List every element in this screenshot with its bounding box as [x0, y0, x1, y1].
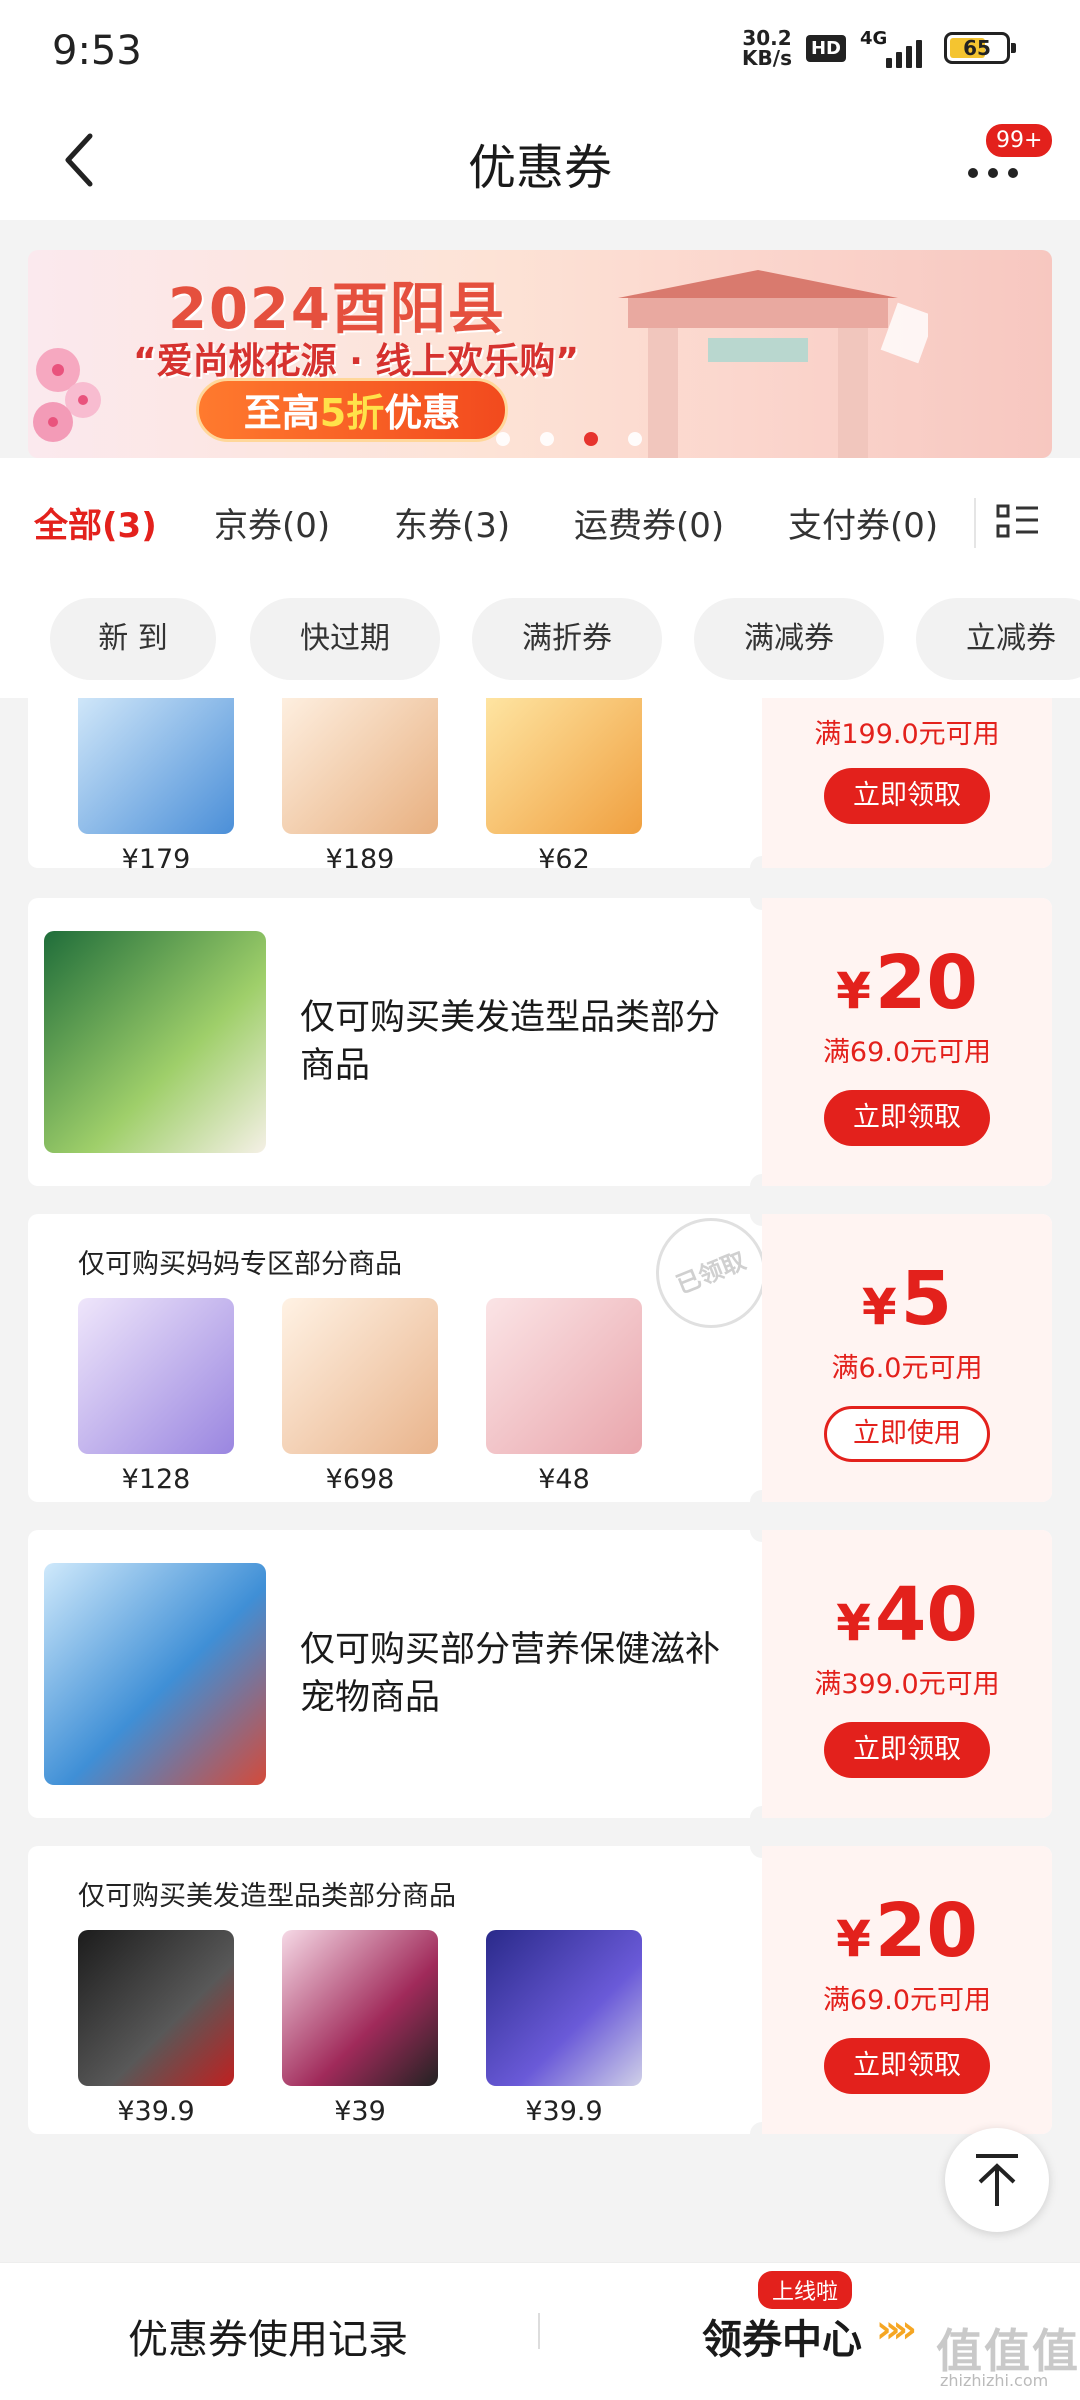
coupon-value-panel: ¥20 满69.0元可用 立即领取 — [762, 898, 1052, 1186]
archway-image — [618, 270, 928, 458]
coupon-amount: ¥5 — [861, 1256, 953, 1342]
more-dots-icon — [968, 168, 1018, 178]
coupon-condition: 满69.0元可用 — [822, 1037, 992, 1068]
filter-chips: 新 到 快过期 满折券 满减券 立减券 — [0, 578, 1080, 698]
battery-icon: 65 — [944, 32, 1016, 64]
status-bar: 9:53 30.2 KB/s HD 4G 65 — [0, 0, 1080, 100]
bottom-bar: 优惠券使用记录 上线啦 领券中心 »» 值值值 zhizhizhi.com — [0, 2262, 1080, 2400]
product-image — [486, 1298, 642, 1454]
coupon-scope: 仅可购买妈妈专区部分商品 — [78, 1249, 402, 1280]
coupon-card: 仅可购买部分营养保健滋补宠物商品 ¥40 满399.0元可用 立即领取 — [28, 1530, 1052, 1818]
chip-threshold-off[interactable]: 满减券 — [694, 598, 884, 680]
coupon-condition: 满6.0元可用 — [831, 1353, 983, 1384]
coupon-amount: ¥40 — [836, 1572, 978, 1658]
coupon-value-panel: ¥5 满6.0元可用 立即使用 — [762, 1214, 1052, 1502]
coupon-value-panel: ¥20 满69.0元可用 立即领取 — [762, 1846, 1052, 2134]
tabs-divider — [974, 498, 976, 548]
product-item[interactable]: ¥39.9 — [486, 1930, 642, 2127]
product-item[interactable]: ¥48 — [486, 1298, 642, 1495]
banner-pagination — [496, 432, 642, 446]
product-image[interactable] — [44, 1563, 266, 1785]
coupon-condition: 满399.0元可用 — [814, 1669, 1000, 1700]
coupon-amount: ¥20 — [836, 940, 978, 1026]
coupon-condition: 满69.0元可用 — [822, 1985, 992, 2016]
coupon-history-link[interactable]: 优惠券使用记录 — [128, 2307, 408, 2365]
message-count-badge: 99+ — [984, 122, 1055, 159]
banner-subtitle: “爱尚桃花源 · 线上欢乐购” — [133, 341, 580, 382]
coupon-card: 仅可购买美发造型品类部分商品 ¥20 满69.0元可用 立即领取 — [28, 898, 1052, 1186]
more-menu-button[interactable]: 99+ — [954, 122, 1055, 202]
product-image — [486, 1930, 642, 2086]
status-icons: 30.2 KB/s HD 4G 65 — [742, 26, 1016, 70]
coupon-card: 仅可购买美发造型品类部分商品 ¥39.9 ¥39 ¥39.9 ¥20 满69.0… — [28, 1846, 1052, 2134]
product-item[interactable]: ¥189 — [282, 698, 438, 868]
peach-blossom-image — [33, 348, 101, 442]
banner-dot-active[interactable] — [584, 432, 598, 446]
product-image — [282, 698, 438, 834]
product-item[interactable]: ¥128 — [78, 1298, 234, 1495]
coupon-scope: 仅可购买部分营养保健滋补宠物商品 — [300, 1630, 721, 1718]
coupon-card: ¥179 ¥189 ¥62 满199.0元可用 立即领取 — [28, 698, 1052, 868]
product-item[interactable]: ¥179 — [78, 698, 234, 868]
banner-dot[interactable] — [628, 432, 642, 446]
page-title: 优惠券 — [467, 140, 612, 196]
coupon-value-panel: ¥40 满399.0元可用 立即领取 — [762, 1530, 1052, 1818]
coupon-value-panel: 满199.0元可用 立即领取 — [762, 698, 1052, 868]
chip-expiring[interactable]: 快过期 — [250, 598, 440, 680]
banner-dot[interactable] — [496, 432, 510, 446]
banner-cta: 至高5折优惠 — [196, 378, 508, 442]
use-now-button[interactable]: 立即使用 — [824, 1406, 990, 1462]
signal-icon: 4G — [860, 28, 930, 68]
tab-jd-coupon[interactable]: 京券(0) — [214, 498, 330, 547]
product-image — [78, 1298, 234, 1454]
tab-shipping-coupon[interactable]: 运费券(0) — [574, 498, 724, 547]
coupon-scope: 仅可购买美发造型品类部分商品 — [78, 1881, 456, 1912]
tab-dong-coupon[interactable]: 东券(3) — [394, 498, 510, 547]
coupon-amount: ¥20 — [836, 1888, 978, 1974]
coupon-type-tabs: 全部(3) 京券(0) 东券(3) 运费券(0) 支付券(0) — [0, 458, 1080, 578]
coupon-center-link[interactable]: 领券中心 — [702, 2307, 862, 2365]
chip-new[interactable]: 新 到 — [50, 598, 216, 680]
back-to-top-button[interactable] — [945, 2128, 1049, 2232]
product-item[interactable]: ¥39 — [282, 1930, 438, 2127]
chip-instant-off[interactable]: 立减券 — [916, 598, 1080, 680]
claim-button[interactable]: 立即领取 — [824, 1722, 990, 1778]
coupon-condition: 满199.0元可用 — [814, 719, 1000, 750]
promo-banner[interactable]: 2024酉阳县 “爱尚桃花源 · 线上欢乐购” 至高5折优惠 — [28, 250, 1052, 458]
tab-payment-coupon[interactable]: 支付券(0) — [788, 498, 938, 547]
product-item[interactable]: ¥62 — [486, 698, 642, 868]
product-image — [78, 698, 234, 834]
product-image — [78, 1930, 234, 2086]
coupon-scope: 仅可购买美发造型品类部分商品 — [300, 998, 721, 1086]
product-image — [486, 698, 642, 834]
hd-icon: HD — [805, 34, 846, 62]
list-view-icon[interactable] — [996, 502, 1040, 542]
product-image — [282, 1930, 438, 2086]
network-speed: 30.2 KB/s — [742, 26, 792, 70]
status-time: 9:53 — [52, 28, 142, 74]
claim-button[interactable]: 立即领取 — [824, 768, 990, 824]
new-badge: 上线啦 — [758, 2271, 853, 2309]
product-item[interactable]: ¥698 — [282, 1298, 438, 1495]
arrow-up-icon — [976, 2154, 1018, 2206]
product-item[interactable]: ¥39.9 — [78, 1930, 234, 2127]
product-image[interactable] — [44, 931, 266, 1153]
watermark-url: zhizhizhi.com — [940, 2371, 1049, 2390]
product-image — [282, 1298, 438, 1454]
app-header: 优惠券 99+ — [0, 100, 1080, 220]
chip-discount-rate[interactable]: 满折券 — [472, 598, 662, 680]
coupon-list: ¥179 ¥189 ¥62 满199.0元可用 立即领取 仅可购买美发造型品类部… — [0, 698, 1080, 2258]
tab-all[interactable]: 全部(3) — [34, 498, 157, 547]
double-chevron-icon: »» — [876, 2307, 917, 2351]
bottom-divider — [538, 2313, 540, 2349]
claim-button[interactable]: 立即领取 — [824, 2038, 990, 2094]
banner-dot[interactable] — [540, 432, 554, 446]
claim-button[interactable]: 立即领取 — [824, 1090, 990, 1146]
coupon-card: 仅可购买妈妈专区部分商品 已领取 ¥128 ¥698 ¥48 ¥5 满6.0元可… — [28, 1214, 1052, 1502]
